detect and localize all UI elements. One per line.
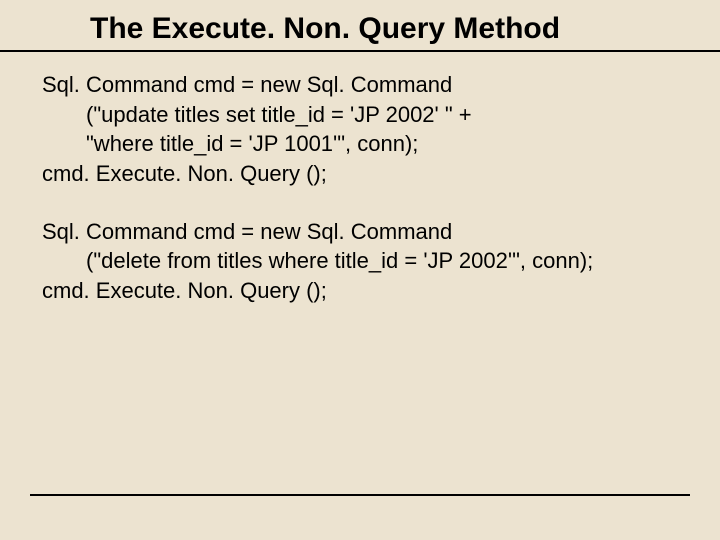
code-line: ("delete from titles where title_id = 'J…	[42, 246, 678, 276]
code-line: cmd. Execute. Non. Query ();	[42, 276, 678, 306]
code-line: Sql. Command cmd = new Sql. Command	[42, 217, 678, 247]
code-block-2: Sql. Command cmd = new Sql. Command ("de…	[42, 217, 678, 306]
code-line: Sql. Command cmd = new Sql. Command	[42, 70, 678, 100]
title-area: The Execute. Non. Query Method	[0, 0, 720, 52]
slide: The Execute. Non. Query Method Sql. Comm…	[0, 0, 720, 540]
code-line: ("update titles set title_id = 'JP 2002'…	[42, 100, 678, 130]
code-block-1: Sql. Command cmd = new Sql. Command ("up…	[42, 70, 678, 189]
bottom-divider	[30, 494, 690, 496]
code-line: cmd. Execute. Non. Query ();	[42, 159, 678, 189]
slide-title: The Execute. Non. Query Method	[90, 12, 690, 46]
slide-body: Sql. Command cmd = new Sql. Command ("up…	[0, 52, 720, 306]
code-line: "where title_id = 'JP 1001'", conn);	[42, 129, 678, 159]
